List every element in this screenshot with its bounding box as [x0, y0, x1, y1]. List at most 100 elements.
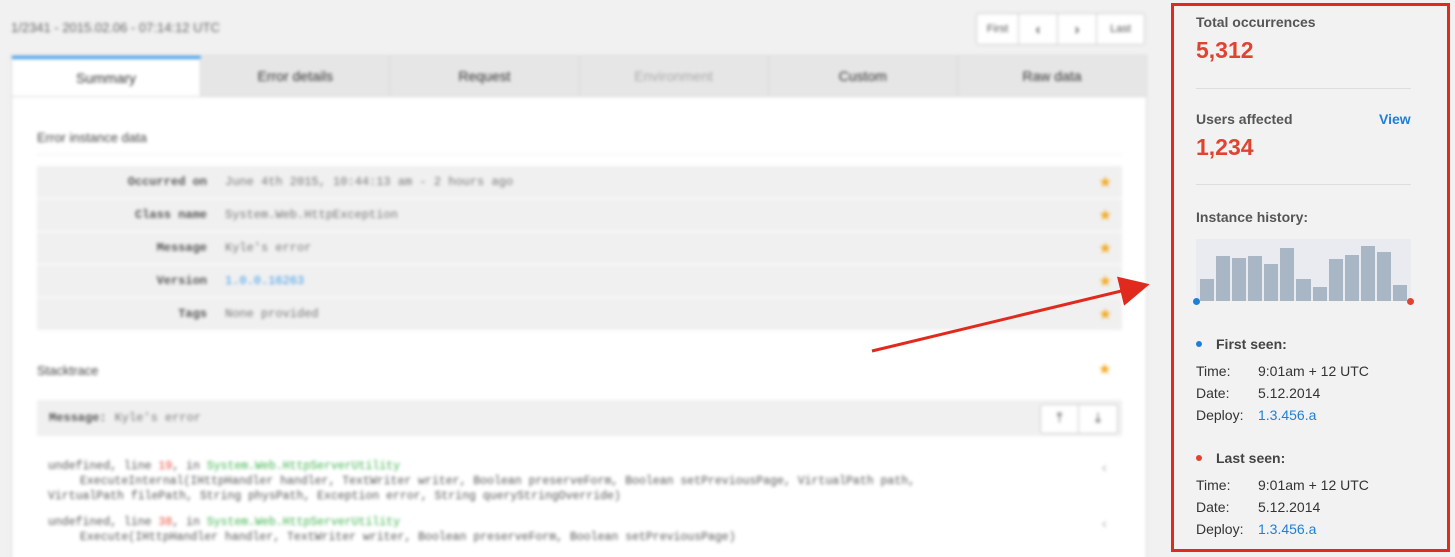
message-label: Message: [49, 411, 107, 425]
summary-panel: Error instance data Occurred on June 4th… [11, 97, 1147, 557]
last-seen-bullet-icon [1196, 455, 1202, 461]
chevron-left-icon[interactable]: ‹ [1102, 459, 1107, 475]
users-affected-label: Users affected [1196, 111, 1293, 127]
error-instance-title: Error instance data [37, 130, 147, 145]
history-bar [1232, 258, 1247, 301]
row-label: Tags [178, 307, 207, 321]
row-label: Class name [134, 208, 207, 222]
stacktrace-actions: ⤒ ⤓ [1040, 404, 1118, 434]
instance-pager: First ‹ › Last [976, 13, 1145, 45]
frame-mid: , in [172, 516, 207, 529]
view-users-link[interactable]: View [1379, 111, 1411, 127]
chevron-left-icon[interactable]: ‹ [1102, 515, 1107, 531]
star-icon[interactable]: ★ [1098, 360, 1111, 378]
date-value: 5.12.2014 [1258, 499, 1321, 515]
history-bar [1216, 256, 1231, 301]
history-bar [1280, 247, 1295, 301]
first-seen-deploy: Deploy: 1.3.456.a [1196, 407, 1316, 423]
users-affected-value: 1,234 [1196, 134, 1254, 160]
download-icon[interactable]: ⤓ [1079, 405, 1117, 433]
history-bar [1264, 263, 1279, 301]
history-bar [1344, 255, 1359, 301]
time-label: Time: [1196, 477, 1231, 493]
last-seen-dot [1407, 298, 1414, 305]
row-value: June 4th 2015, 10:44:13 am - 2 hours ago [225, 175, 514, 189]
next-button[interactable]: › [1058, 14, 1097, 44]
row-value: None provided [225, 307, 319, 321]
total-occurrences-value: 5,312 [1196, 37, 1254, 63]
history-bar [1296, 278, 1311, 301]
collapse-top-icon[interactable]: ⤒ [1041, 405, 1079, 433]
tab-bar: Summary Error details Request Environmen… [11, 55, 1147, 97]
deploy-label: Deploy: [1196, 407, 1244, 423]
tab-custom[interactable]: Custom [769, 56, 958, 96]
first-button[interactable]: First [977, 14, 1019, 44]
frame-line: 19 [158, 460, 173, 473]
frame-detail: Execute(IHttpHandler handler, TextWriter… [80, 531, 736, 544]
version-link[interactable]: 1.0.0.16263 [225, 274, 304, 288]
instance-header: 1/2341 - 2015.02.06 - 07:14:12 UTC [11, 20, 220, 35]
divider [1196, 88, 1411, 89]
last-seen-heading: Last seen: [1196, 450, 1285, 466]
frame-detail: ExecuteInternal(IHttpHandler handler, Te… [80, 475, 916, 488]
time-label: Time: [1196, 363, 1231, 379]
history-bar [1312, 286, 1327, 301]
first-seen-date: Date: 5.12.2014 [1196, 385, 1320, 401]
tab-environment: Environment [580, 56, 769, 96]
stack-frame: undefined, line 19, in System.Web.HttpSe… [48, 459, 1108, 504]
table-row: Message Kyle's error ★ [37, 232, 1122, 265]
last-seen-deploy: Deploy: 1.3.456.a [1196, 521, 1316, 537]
frame-detail: VirtualPath filePath, String physPath, E… [48, 490, 621, 503]
first-seen-dot [1193, 298, 1200, 305]
time-value: 9:01am + 12 UTC [1258, 363, 1369, 379]
row-value: Kyle's error [225, 241, 312, 255]
star-icon[interactable]: ★ [1099, 173, 1112, 192]
date-label: Date: [1196, 499, 1230, 515]
date-label: Date: [1196, 385, 1230, 401]
row-label: Message [156, 241, 207, 255]
row-value: System.Web.HttpException [225, 208, 398, 222]
deploy-link[interactable]: 1.3.456.a [1258, 521, 1316, 537]
last-seen-date: Date: 5.12.2014 [1196, 499, 1320, 515]
history-bar [1360, 245, 1375, 301]
tab-request[interactable]: Request [390, 56, 580, 96]
table-row: Tags None provided ★ [37, 298, 1122, 331]
tab-summary[interactable]: Summary [12, 56, 202, 96]
star-icon[interactable]: ★ [1099, 272, 1112, 291]
star-icon[interactable]: ★ [1099, 206, 1112, 225]
frame-namespace: System.Web.HttpServerUtility [206, 516, 400, 529]
date-value: 5.12.2014 [1258, 385, 1321, 401]
history-bar [1376, 252, 1391, 301]
row-label: Occurred on [127, 175, 207, 189]
divider [37, 154, 1122, 155]
last-button[interactable]: Last [1097, 14, 1144, 44]
first-seen-bullet-icon [1196, 341, 1202, 347]
table-row: Version 1.0.0.16263 ★ [37, 265, 1122, 298]
table-row: Class name System.Web.HttpException ★ [37, 199, 1122, 232]
deploy-link[interactable]: 1.3.456.a [1258, 407, 1316, 423]
divider [1196, 184, 1411, 185]
instance-history-chart [1193, 239, 1414, 305]
tab-raw-data[interactable]: Raw data [958, 56, 1146, 96]
row-label: Version [156, 274, 207, 288]
main-content: 1/2341 - 2015.02.06 - 07:14:12 UTC First… [0, 0, 1165, 557]
history-bar [1248, 256, 1263, 301]
table-row: Occurred on June 4th 2015, 10:44:13 am -… [37, 166, 1122, 199]
stacktrace-title: Stacktrace [37, 363, 99, 378]
star-icon[interactable]: ★ [1099, 305, 1112, 324]
history-bar [1392, 285, 1407, 301]
total-occurrences-label: Total occurrences [1196, 14, 1316, 30]
last-seen-time: Time: 9:01am + 12 UTC [1196, 477, 1369, 493]
history-bar [1328, 259, 1343, 301]
history-bar [1200, 278, 1215, 301]
frame-prefix: undefined, line [48, 516, 159, 529]
tab-error-details[interactable]: Error details [201, 56, 391, 96]
stats-sidebar: Total occurrences 5,312 Users affected V… [1171, 3, 1450, 552]
prev-button[interactable]: ‹ [1019, 14, 1058, 44]
error-instance-table: Occurred on June 4th 2015, 10:44:13 am -… [37, 166, 1122, 331]
star-icon[interactable]: ★ [1099, 239, 1112, 258]
first-seen-heading: First seen: [1196, 336, 1287, 352]
message-value: Kyle's error [114, 411, 202, 425]
stacktrace-message-bar: Message: Kyle's error ⤒ ⤓ [37, 400, 1122, 436]
frame-namespace: System.Web.HttpServerUtility [206, 460, 400, 473]
